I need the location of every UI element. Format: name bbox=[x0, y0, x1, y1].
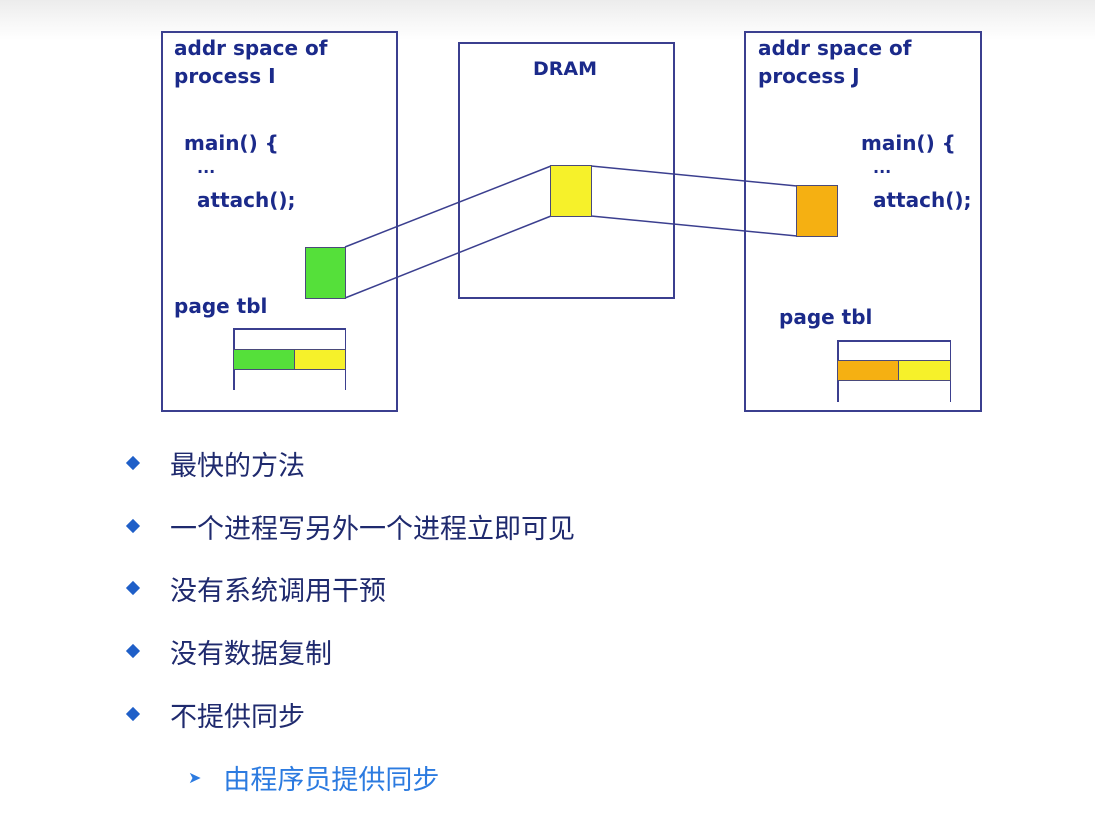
process-i-code-ellipsis: ... bbox=[197, 158, 216, 177]
page-table-top-line bbox=[837, 340, 951, 342]
bullet-item: 没有系统调用干预 bbox=[120, 568, 386, 608]
process-i-page-tbl-label: page tbl bbox=[174, 294, 268, 318]
bullet-item: 一个进程写另外一个进程立即可见 bbox=[120, 506, 575, 546]
process-i-shared-segment bbox=[305, 247, 346, 299]
diamond-bullet-icon bbox=[125, 706, 141, 722]
process-j-code-ellipsis: ... bbox=[873, 158, 892, 177]
dram-title: DRAM bbox=[533, 58, 598, 80]
page-table-entry-yellow bbox=[294, 349, 346, 370]
sub-bullet-item: ➤ 由程序员提供同步 bbox=[188, 757, 439, 797]
diamond-bullet-icon bbox=[125, 455, 141, 471]
diamond-bullet-icon bbox=[125, 518, 141, 534]
process-j-code-main: main() { bbox=[861, 131, 956, 155]
bullet-text: 没有数据复制 bbox=[170, 638, 332, 670]
bullet-item: 不提供同步 bbox=[120, 694, 305, 734]
diamond-bullet-icon bbox=[125, 580, 141, 596]
bullet-text: 最快的方法 bbox=[170, 450, 305, 482]
process-i-title-line2: process I bbox=[174, 64, 276, 88]
process-i-code-main: main() { bbox=[184, 131, 279, 155]
page-table-entry-green bbox=[233, 349, 295, 370]
bullet-text: 一个进程写另外一个进程立即可见 bbox=[170, 513, 575, 545]
page-table-top-line bbox=[233, 328, 346, 330]
process-i-title-line1: addr space of bbox=[174, 36, 328, 60]
process-j-page-tbl-label: page tbl bbox=[779, 305, 873, 329]
page-table-entry-orange bbox=[837, 360, 899, 381]
bullet-text: 不提供同步 bbox=[170, 701, 305, 733]
diamond-bullet-icon bbox=[125, 643, 141, 659]
process-j-page-table bbox=[837, 340, 951, 402]
process-j-shared-segment bbox=[796, 185, 838, 237]
process-j-title-line2: process J bbox=[758, 64, 860, 88]
bullet-item: 最快的方法 bbox=[120, 443, 305, 483]
process-i-page-table bbox=[233, 328, 346, 390]
bullet-text: 没有系统调用干预 bbox=[170, 575, 386, 607]
process-j-title-line1: addr space of bbox=[758, 36, 912, 60]
sub-bullet-text: 由程序员提供同步 bbox=[223, 764, 440, 796]
slide: addr space of process I main() { ... att… bbox=[0, 0, 1095, 837]
bullet-item: 没有数据复制 bbox=[120, 631, 332, 671]
process-i-code-attach: attach(); bbox=[197, 188, 296, 212]
dram-shared-segment bbox=[550, 165, 592, 217]
arrow-bullet-icon: ➤ bbox=[188, 767, 202, 787]
page-table-entry-yellow bbox=[898, 360, 951, 381]
process-j-code-attach: attach(); bbox=[873, 188, 972, 212]
